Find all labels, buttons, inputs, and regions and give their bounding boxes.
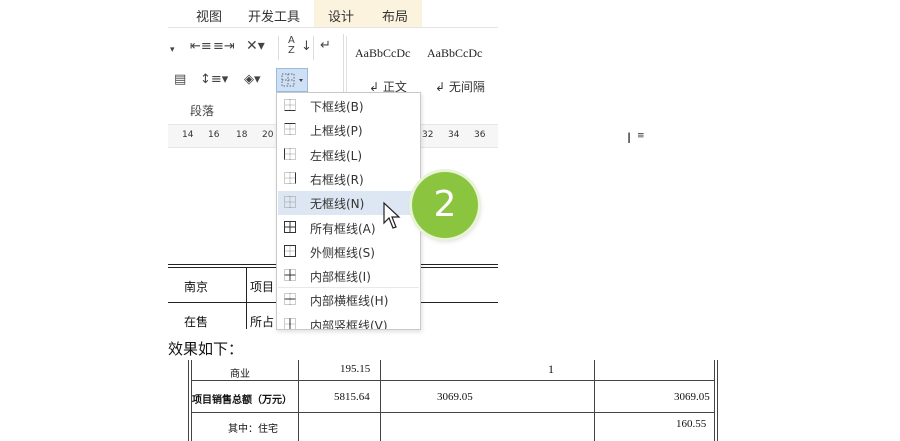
menu-item-inside-vertical-border[interactable]: 内部竖框线(V) (278, 313, 419, 330)
menu-item-label: 下框线(B) (310, 100, 364, 114)
table-column-divider (246, 267, 247, 329)
chinese-layout-icon[interactable]: ✕▾ (246, 38, 265, 54)
tab-view[interactable]: 视图 (196, 6, 222, 25)
ruler-tick: 32 (422, 130, 434, 140)
result-cell[interactable]: 5815.64 (334, 391, 370, 403)
result-cell[interactable]: 160.55 (676, 418, 706, 430)
result-cell[interactable]: 商业 (230, 365, 250, 380)
menu-item-left-border[interactable]: 左框线(L) (278, 143, 419, 167)
tab-layout[interactable]: 布局 (368, 0, 423, 27)
styles-gallery: AaBbCcDc ↲ 正文 AaBbCcDc ↲ 无间隔 (346, 36, 499, 94)
menu-item-label: 外侧框线(S) (310, 245, 375, 260)
result-cell[interactable]: 项目销售总额（万元） (192, 391, 292, 406)
menu-item-label: 内部竖框线(V) (310, 318, 388, 330)
menu-item-inside-horizontal-border[interactable]: 内部横框线(H) (278, 288, 419, 312)
result-caption: 效果如下： (168, 340, 244, 358)
inside-vertical-border-icon (284, 317, 296, 329)
distributed-align-icon[interactable]: ▤ (174, 72, 186, 88)
ribbon-tab-bar: 视图 开发工具 设计 布局 (168, 0, 498, 28)
table-cell[interactable]: 南京 (184, 278, 208, 295)
style-nospacing-label[interactable]: ↲ 无间隔 (435, 78, 485, 95)
result-table: 商业 195.15 1 项目销售总额（万元） 5815.64 3069.05 3… (188, 360, 718, 441)
menu-item-label: 内部横框线(H) (310, 294, 389, 309)
shading-icon[interactable]: ◈▾ (244, 72, 261, 88)
style-normal-sample[interactable]: AaBbCcDc (355, 46, 410, 61)
ruler-tick: 14 (182, 130, 194, 140)
left-border-icon (284, 147, 296, 160)
menu-item-outside-borders[interactable]: 外侧框线(S) (278, 240, 419, 264)
text-cursor-icon: I (627, 131, 632, 147)
ruler-tick: 16 (208, 130, 220, 140)
show-marks-icon[interactable]: ↵ (320, 38, 331, 54)
sort-arrow-icon: ↓ (301, 39, 312, 54)
tab-design[interactable]: 设计 (314, 0, 369, 27)
table-cell[interactable]: 项目 (250, 278, 274, 295)
all-borders-icon (284, 220, 296, 233)
style-nospacing-sample[interactable]: AaBbCcDc (427, 46, 482, 61)
menu-item-bottom-border[interactable]: 下框线(B) (278, 94, 419, 118)
menu-item-label: 内部框线(I) (310, 270, 371, 285)
result-cell[interactable]: 3069.05 (674, 391, 710, 403)
sort-icon[interactable]: AZ (288, 36, 302, 56)
menu-item-label: 上框线(P) (310, 124, 363, 139)
menu-item-inside-borders[interactable]: 内部框线(I) (278, 264, 419, 288)
table-cell[interactable]: 所占 (250, 313, 274, 330)
tab-developer[interactable]: 开发工具 (248, 6, 300, 25)
borders-button[interactable] (276, 68, 308, 92)
result-cell[interactable]: 3069.05 (437, 391, 473, 403)
mouse-pointer-icon (383, 201, 401, 229)
menu-item-top-border[interactable]: 上框线(P) (278, 118, 419, 142)
decrease-indent-icon[interactable]: ⇤≡ (190, 39, 212, 55)
line-spacing-icon[interactable]: ↕≡▾ (200, 72, 228, 88)
ruler-tick: 36 (474, 130, 486, 140)
increase-indent-icon[interactable]: ≡⇥ (213, 39, 235, 55)
ruler-tick: 20 (262, 130, 274, 140)
table-cell[interactable]: 在售 (184, 313, 208, 330)
top-border-icon (284, 123, 296, 136)
right-border-icon (284, 171, 296, 184)
paragraph-mark-icon: ≡ (637, 131, 645, 141)
menu-item-label: 左框线(L) (310, 148, 363, 163)
outside-borders-icon (284, 244, 296, 257)
step-badge: 2 (412, 172, 478, 238)
borders-icon (281, 73, 303, 87)
menu-item-label: 所有框线(A) (310, 221, 376, 236)
result-cell[interactable]: 其中：住宅 (228, 420, 278, 435)
ruler-tick: 34 (448, 130, 460, 140)
dropdown-arrow-icon[interactable]: ▾ (170, 42, 175, 58)
inside-horizontal-border-icon (284, 293, 296, 306)
bottom-border-icon (284, 99, 296, 111)
inside-borders-icon (284, 269, 296, 282)
result-cell[interactable]: 195.15 (340, 363, 370, 375)
paragraph-group-label: 段落 (190, 104, 215, 118)
no-border-icon (284, 196, 296, 209)
result-cursor-mark: 1 (548, 362, 554, 376)
ruler-tick: 18 (236, 130, 248, 140)
menu-item-label: 右框线(R) (310, 172, 364, 187)
menu-item-label: 无框线(N) (310, 197, 365, 212)
menu-item-right-border[interactable]: 右框线(R) (278, 167, 419, 191)
